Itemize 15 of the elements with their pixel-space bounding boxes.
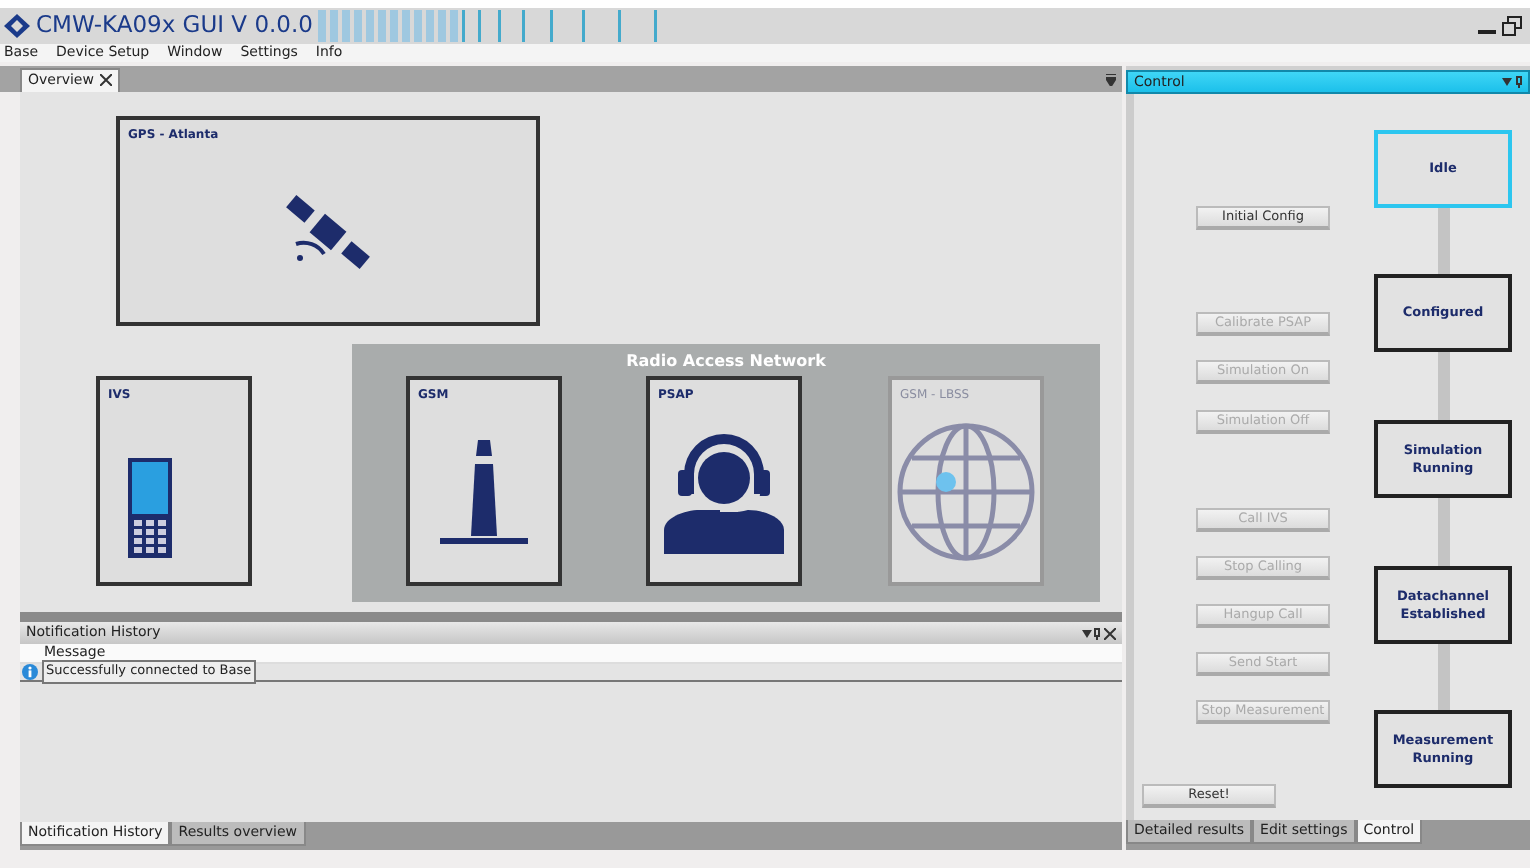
close-icon[interactable] bbox=[99, 74, 112, 87]
restore-icon[interactable] bbox=[1502, 16, 1522, 36]
logo-icon bbox=[4, 14, 30, 38]
dropdown-icon[interactable] bbox=[1502, 78, 1513, 86]
dropdown-icon[interactable] bbox=[1106, 74, 1116, 86]
pin-icon[interactable] bbox=[1516, 76, 1522, 88]
tower-icon bbox=[440, 439, 528, 543]
phone-icon bbox=[128, 458, 172, 558]
satellite-icon bbox=[284, 191, 372, 271]
group-title: Radio Access Network bbox=[626, 352, 826, 370]
close-icon[interactable] bbox=[1104, 627, 1116, 639]
pin-icon[interactable] bbox=[1094, 627, 1101, 639]
window-title: CMW-KA09x GUI V 0.0.0 bbox=[36, 8, 313, 43]
globe-icon bbox=[896, 421, 1036, 561]
dropdown-icon[interactable] bbox=[1081, 629, 1091, 637]
